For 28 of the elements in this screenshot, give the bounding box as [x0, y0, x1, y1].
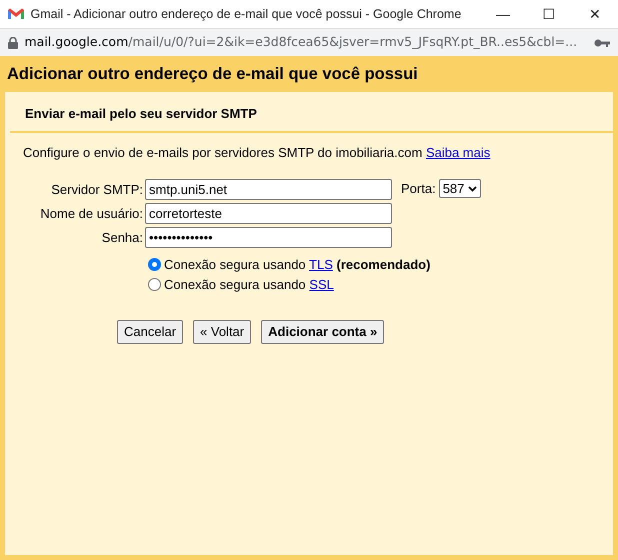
maximize-button[interactable]: ☐: [526, 4, 572, 24]
form-button[interactable]: Cancelar: [117, 320, 184, 344]
field-label: Senha:: [100, 228, 143, 247]
input-field[interactable]: ••••••••••••••: [145, 226, 392, 248]
gmail-logo-icon: [8, 8, 24, 20]
form-button[interactable]: Adicionar conta »: [261, 320, 384, 344]
radio-button[interactable]: [148, 258, 161, 271]
input-field[interactable]: corretorteste: [145, 202, 392, 224]
input-field[interactable]: smtp.uni5.net: [145, 178, 392, 200]
learn-more-link[interactable]: Saiba mais: [426, 145, 490, 160]
field-label: Nome de usuário:: [39, 204, 143, 223]
radio-label: Conexão segura usando TLS (recomendado): [164, 256, 430, 274]
port-label: Porta:: [401, 180, 436, 198]
lock-icon: [8, 36, 18, 48]
section-title: Enviar e-mail pelo seu servidor SMTP: [10, 92, 613, 134]
window-title: Gmail - Adicionar outro endereço de e-mail que você possui - Google Chrome: [30, 6, 462, 23]
form-button[interactable]: « Voltar: [193, 320, 252, 344]
key-icon[interactable]: [594, 38, 610, 48]
caret-icon: [468, 186, 478, 192]
port-select[interactable]: 587: [438, 179, 482, 198]
minimize-button[interactable]: —: [480, 4, 526, 24]
radio-label: Conexão segura usando SSL: [164, 276, 334, 294]
close-button[interactable]: ✕: [572, 4, 618, 24]
intro-text: Configure o envio de e-mails por servidores SMTP do imobiliaria.com Saiba mais: [22, 144, 492, 162]
protocol-link[interactable]: TLS: [309, 256, 333, 272]
radio-button[interactable]: [148, 278, 161, 291]
field-label: Servidor SMTP:: [50, 180, 143, 199]
protocol-link[interactable]: SSL: [309, 276, 334, 292]
